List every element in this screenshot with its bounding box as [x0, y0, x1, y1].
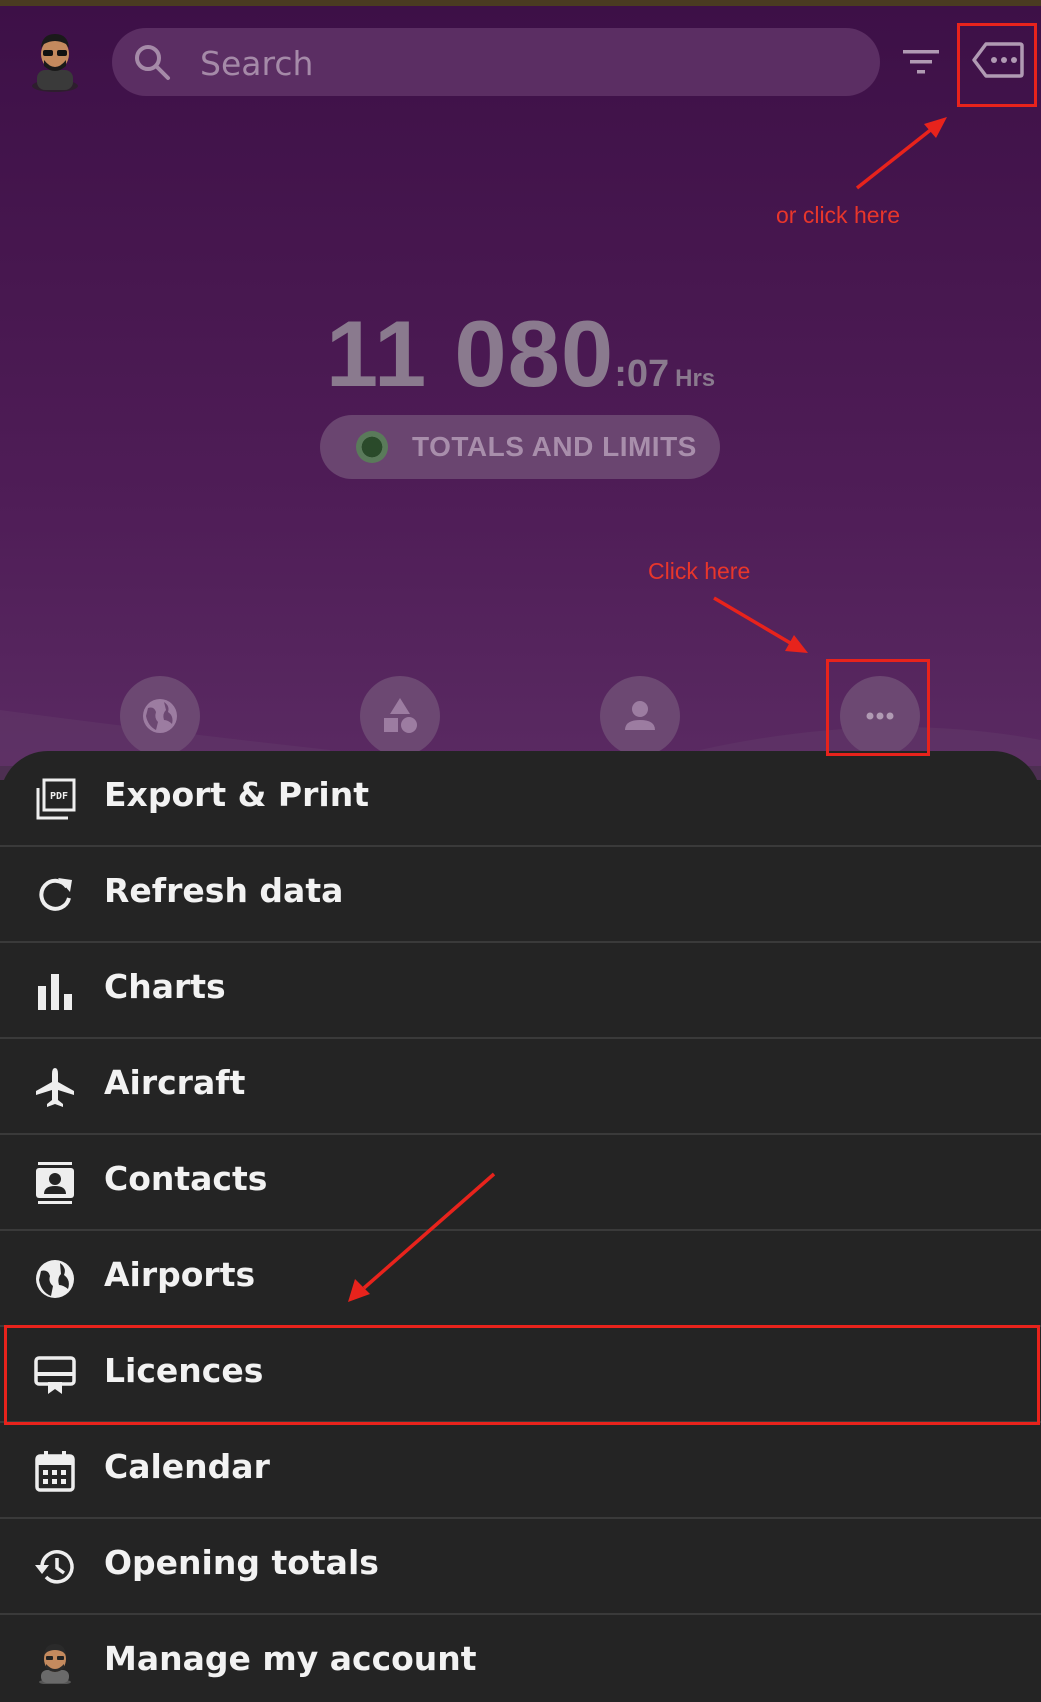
menu-item-manage-account[interactable]: Manage my account: [0, 1615, 1041, 1702]
annotation-click-here: Click here: [648, 558, 751, 584]
menu-item-airports[interactable]: Airports: [0, 1231, 1041, 1327]
menu-item-label: Refresh data: [104, 871, 344, 910]
search-input[interactable]: Search: [200, 44, 313, 83]
nav-person-button[interactable]: [600, 676, 680, 756]
history-icon: [35, 1550, 74, 1584]
menu-item-export-print[interactable]: PDF Export & Print: [0, 751, 1041, 847]
menu-item-label: Airports: [104, 1255, 256, 1294]
calendar-icon: [35, 1451, 75, 1492]
menu-item-contacts[interactable]: Contacts: [0, 1135, 1041, 1231]
contacts-icon: [36, 1162, 74, 1204]
totals-and-limits-label: TOTALS AND LIMITS: [412, 431, 697, 462]
menu-item-calendar[interactable]: Calendar: [0, 1423, 1041, 1519]
menu-item-charts[interactable]: Charts: [0, 943, 1041, 1039]
total-hours-minutes: :07: [614, 353, 670, 395]
highlight-box-licences: [4, 1325, 1040, 1425]
menu-item-refresh-data[interactable]: Refresh data: [0, 847, 1041, 943]
status-dot-icon: [356, 431, 388, 463]
menu-item-label: Aircraft: [104, 1063, 246, 1102]
globe-icon: [143, 699, 177, 733]
total-hours: 11 080:07 Hrs: [0, 300, 1041, 408]
nav-shapes-button[interactable]: [360, 676, 440, 756]
filter-icon[interactable]: [903, 48, 939, 76]
totals-and-limits-button[interactable]: TOTALS AND LIMITS: [320, 415, 720, 479]
avatar[interactable]: [30, 30, 80, 92]
search-icon: [135, 45, 170, 80]
more-menu-sheet: PDF Export & Print Refresh data Charts A…: [0, 751, 1041, 1702]
search-bar[interactable]: Search: [112, 28, 880, 96]
annotation-or-click-here: or click here: [776, 202, 900, 228]
menu-item-aircraft[interactable]: Aircraft: [0, 1039, 1041, 1135]
svg-text:PDF: PDF: [50, 791, 68, 802]
menu-item-label: Export & Print: [104, 775, 369, 814]
highlight-box-more-button: [826, 659, 930, 756]
menu-item-label: Manage my account: [104, 1639, 477, 1678]
bar-chart-icon: [38, 974, 72, 1010]
total-hours-main: 11 080: [325, 301, 615, 406]
avatar-icon: [39, 1644, 71, 1684]
person-icon: [625, 701, 655, 730]
highlight-box-more-tag: [957, 23, 1037, 107]
nav-globe-button[interactable]: [120, 676, 200, 756]
total-hours-unit: Hrs: [675, 365, 716, 392]
menu-item-label: Opening totals: [104, 1543, 379, 1582]
menu-item-opening-totals[interactable]: Opening totals: [0, 1519, 1041, 1615]
airplane-icon: [36, 1068, 74, 1107]
pdf-icon: PDF: [36, 778, 76, 820]
menu-item-label: Contacts: [104, 1159, 268, 1198]
menu-item-label: Charts: [104, 967, 226, 1006]
shapes-icon: [384, 698, 417, 733]
refresh-icon: [39, 878, 72, 911]
globe-icon: [36, 1260, 74, 1298]
menu-item-label: Calendar: [104, 1447, 270, 1486]
